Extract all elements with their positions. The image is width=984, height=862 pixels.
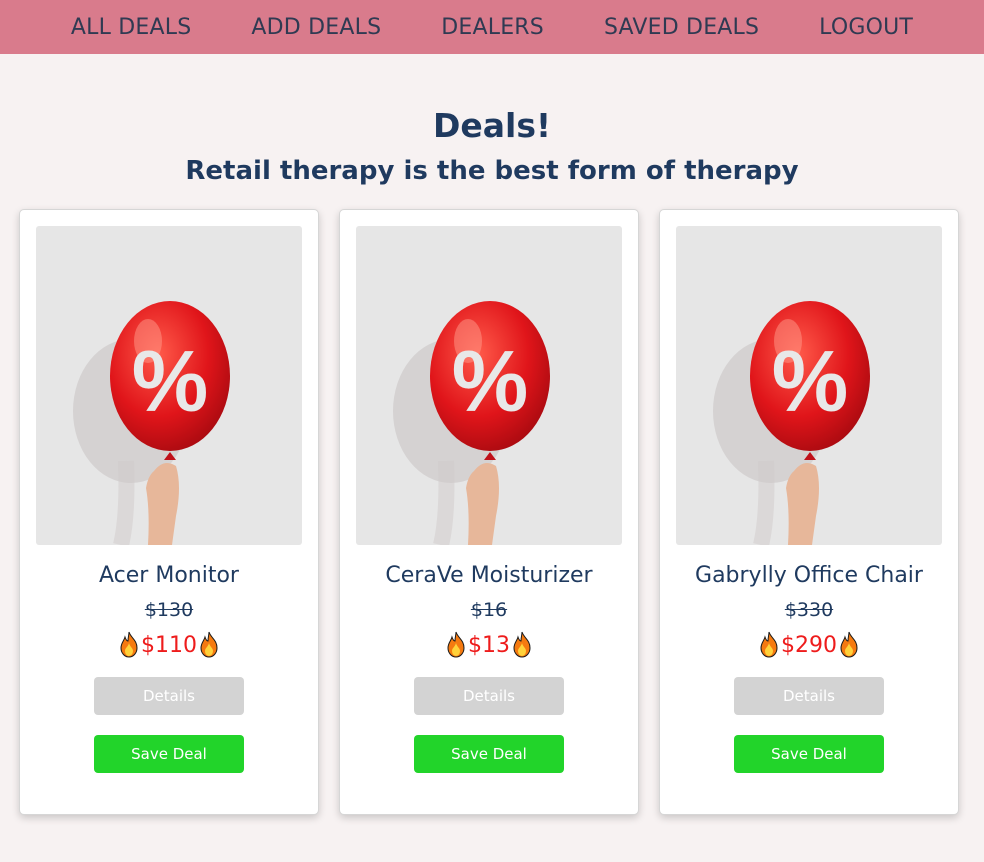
save-deal-button[interactable]: Save Deal [94,735,244,773]
original-price: $130 [144,599,194,621]
svg-text:%: % [452,334,528,430]
sale-price: $290 [781,632,837,658]
percent-balloon-image: % [676,226,942,545]
sale-price-row: $13 [340,631,638,659]
original-price: $16 [470,599,508,621]
fire-icon [117,631,141,659]
save-deal-button[interactable]: Save Deal [734,735,884,773]
details-button[interactable]: Details [94,677,244,715]
fire-icon [510,631,534,659]
svg-text:%: % [772,334,848,430]
nav-logout[interactable]: LOGOUT [789,15,943,40]
page-title: Deals! [432,106,552,145]
nav-all-deals[interactable]: ALL DEALS [41,15,221,40]
nav-saved-deals[interactable]: SAVED DEALS [574,15,789,40]
sale-price: $13 [468,632,510,658]
nav-dealers[interactable]: DEALERS [411,15,574,40]
page-subtitle: Retail therapy is the best form of thera… [185,156,799,186]
percent-balloon-image: % [36,226,302,545]
deal-title: Acer Monitor [99,563,239,588]
save-deal-button[interactable]: Save Deal [414,735,564,773]
nav-add-deals[interactable]: ADD DEALS [221,15,411,40]
sale-price-row: $110 [20,631,318,659]
percent-balloon-image: % [356,226,622,545]
deal-title: CeraVe Moisturizer [385,563,593,588]
original-price: $330 [784,599,834,621]
fire-icon [757,631,781,659]
sale-price-row: $290 [660,631,958,659]
deal-title: Gabrylly Office Chair [695,563,923,588]
fire-icon [444,631,468,659]
deal-card: % CeraVe Moisturizer $16 $13 Details Sav… [339,209,639,815]
deal-card: % Gabrylly Office Chair $330 $290 Detail… [659,209,959,815]
navbar: ALL DEALS ADD DEALS DEALERS SAVED DEALS … [0,0,984,54]
deal-card: % Acer Monitor $130 $110 Details Save De… [19,209,319,815]
details-button[interactable]: Details [734,677,884,715]
details-button[interactable]: Details [414,677,564,715]
svg-text:%: % [132,334,208,430]
fire-icon [837,631,861,659]
fire-icon [197,631,221,659]
sale-price: $110 [141,632,197,658]
deal-image: % [356,226,622,545]
deal-image: % [36,226,302,545]
deal-image: % [676,226,942,545]
